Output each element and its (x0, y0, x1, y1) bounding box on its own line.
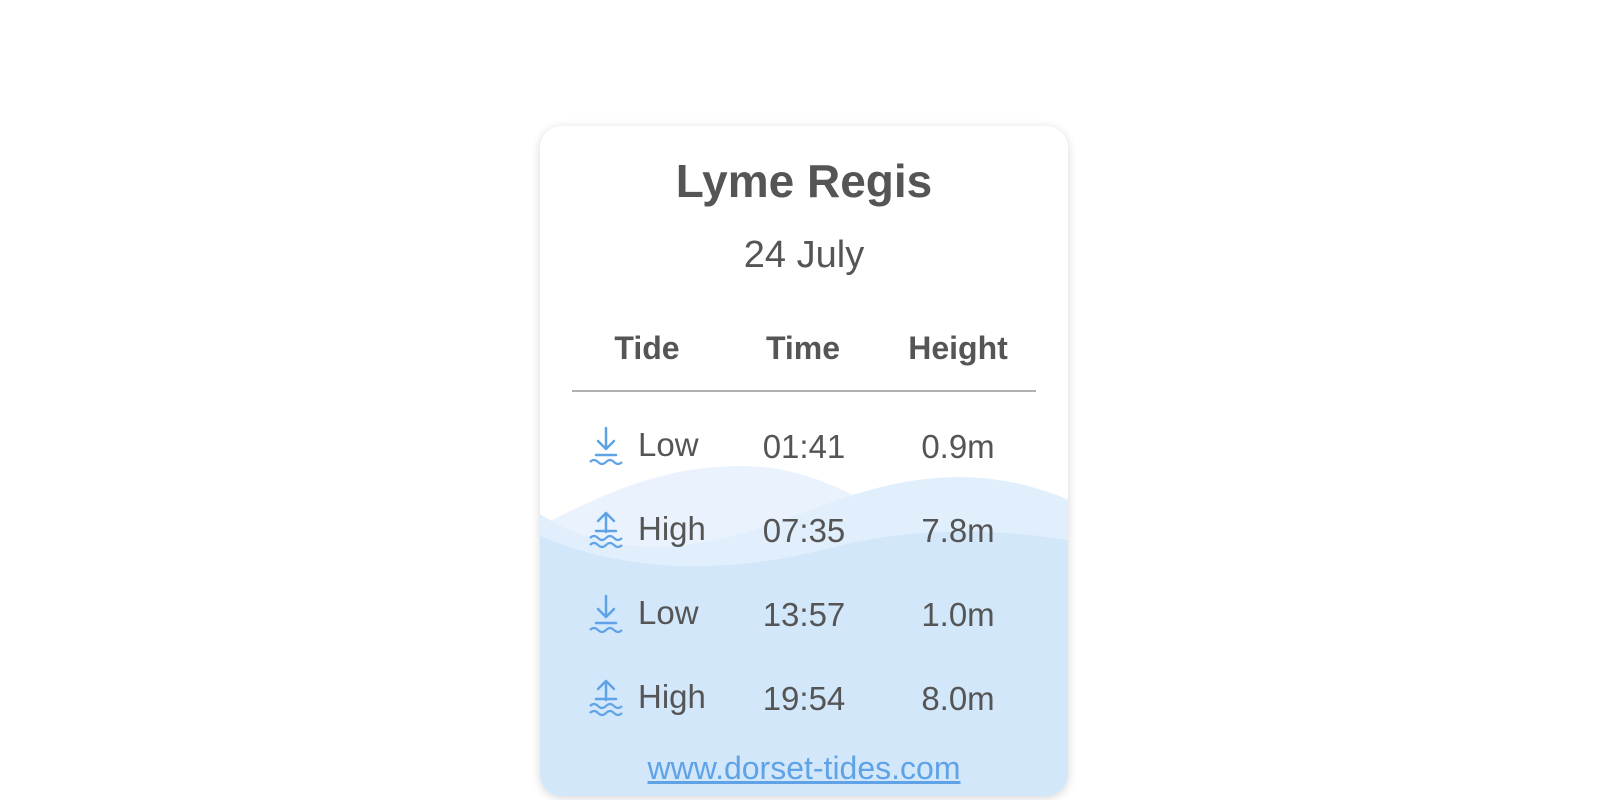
tide-card: Lyme Regis 24 July Tide Time Height Low … (540, 126, 1068, 796)
header-divider (572, 390, 1036, 392)
low-tide-icon (589, 594, 623, 634)
column-header-height: Height (908, 330, 1008, 366)
tide-date: 24 July (743, 234, 865, 276)
tide-type: Low (638, 426, 699, 463)
column-header-tide: Tide (614, 330, 680, 366)
tide-height: 8.0m (921, 680, 995, 717)
tide-type: High (638, 510, 706, 547)
website-link[interactable]: www.dorset-tides.com (540, 750, 1068, 787)
tide-height: 1.0m (921, 596, 995, 633)
low-tide-icon (589, 426, 623, 466)
tide-row: High 19:54 8.0m (540, 670, 1068, 730)
column-header-time: Time (765, 330, 841, 366)
location-title: Lyme Regis (675, 155, 933, 207)
high-tide-icon (589, 679, 623, 717)
tide-height: 0.9m (921, 428, 995, 465)
tide-row: High 07:35 7.8m (540, 502, 1068, 562)
tide-row: Low 13:57 1.0m (540, 586, 1068, 646)
tide-row: Low 01:41 0.9m (540, 418, 1068, 478)
tide-type: Low (638, 594, 699, 631)
tide-type: High (638, 678, 706, 715)
high-tide-icon (589, 511, 623, 549)
tide-height: 7.8m (921, 512, 995, 549)
